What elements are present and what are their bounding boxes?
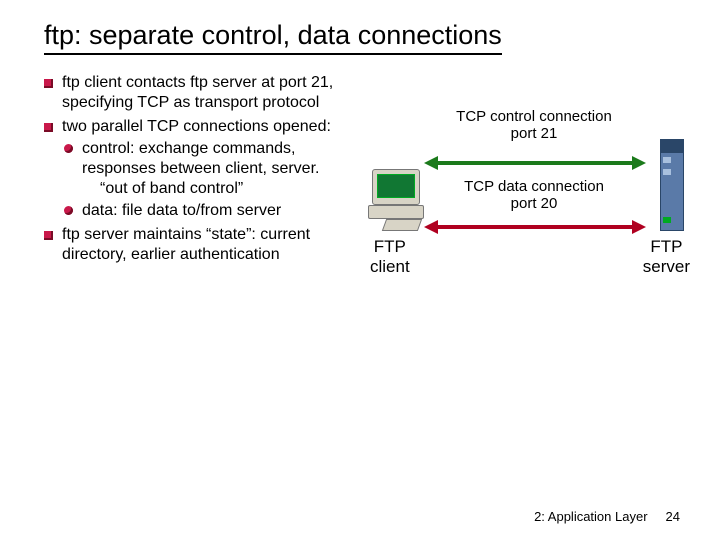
bullet-2a-lead: control: (82, 140, 134, 157)
control-conn-line2: port 21 (444, 126, 624, 143)
page-number: 24 (666, 509, 680, 524)
control-conn-label: TCP control connection port 21 (444, 109, 624, 142)
bullet-3: ftp server maintains “state”: current di… (44, 225, 364, 265)
bullet-2-text: two parallel TCP connections opened: (62, 118, 331, 135)
computer-icon (366, 169, 428, 231)
control-conn-line1: TCP control connection (444, 109, 624, 126)
footer-section: 2: Application Layer (534, 509, 647, 524)
ftp-client-label: FTP client (370, 237, 410, 277)
bullet-2b-rest: file data to/from server (118, 202, 282, 219)
server-icon (660, 139, 684, 231)
bullet-2b-lead: data: (82, 202, 118, 219)
data-conn-label: TCP data connection port 20 (444, 179, 624, 212)
slide-title: ftp: separate control, data connections (44, 20, 502, 55)
data-conn-line2: port 20 (444, 196, 624, 213)
bullet-2a-quote: “out of band control” (82, 179, 364, 199)
data-conn-line1: TCP data connection (444, 179, 624, 196)
diagram: TCP control connection port 21 TCP data … (372, 109, 680, 369)
bullet-2a: control: exchange commands, responses be… (62, 139, 364, 199)
bullet-2b: data: file data to/from server (62, 201, 364, 221)
bullet-2: two parallel TCP connections opened: con… (44, 117, 364, 221)
ftp-server-label: FTP server (643, 237, 690, 277)
bullet-column: ftp client contacts ftp server at port 2… (44, 73, 364, 369)
footer: 2: Application Layer 24 (534, 509, 680, 524)
bullet-1: ftp client contacts ftp server at port 2… (44, 73, 364, 113)
